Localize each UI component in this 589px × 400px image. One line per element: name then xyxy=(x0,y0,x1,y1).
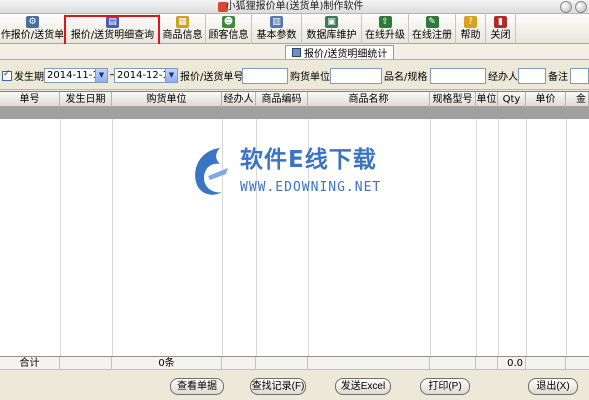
total-qty: 0.0 xyxy=(498,357,526,370)
date-to-picker[interactable]: 2014-12-18 ▼ xyxy=(114,68,178,83)
register-icon: ✎ xyxy=(425,16,439,28)
toolbar-product-button[interactable]: ▦ 商品信息 xyxy=(160,14,206,44)
view-document-button[interactable]: 查看单据 xyxy=(170,378,224,395)
window-title: 小狐狸报价单(送货单)制作软件 xyxy=(225,1,364,12)
window-controls xyxy=(560,1,587,13)
customer-icon: ☻ xyxy=(222,16,235,28)
watermark-en-text: WWW.EDOWNING.NET xyxy=(240,180,382,195)
toolbar-close-button[interactable]: ▮ 关闭 xyxy=(486,14,516,44)
toolbar-label: 商品信息 xyxy=(162,30,203,41)
totals-row: 合计 0条 0.0 xyxy=(0,356,589,370)
product-icon: ▦ xyxy=(176,16,189,28)
main-toolbar: ⚙ 作报价/送货单 ▤ 报价/送货明细查询 ▦ 商品信息 ☻ 顾客信息 ▥ 基本… xyxy=(0,14,589,44)
find-record-button[interactable]: 查找记录(F) xyxy=(250,378,306,395)
order-no-label: 报价/送货单号 xyxy=(180,72,244,83)
total-cell xyxy=(222,357,256,370)
product-input[interactable] xyxy=(430,68,486,84)
database-icon: ▣ xyxy=(325,16,338,28)
column-header-qty[interactable]: Qty xyxy=(498,92,526,107)
column-divider xyxy=(60,119,61,357)
toolbar-database-button[interactable]: ▣ 数据库维护 xyxy=(302,14,362,44)
toolbar-label: 基本参数 xyxy=(256,30,297,41)
print-button[interactable]: 打印(P) xyxy=(420,378,470,395)
total-label: 合计 xyxy=(0,357,60,370)
date-from-picker[interactable]: 2014-11-18 ▼ xyxy=(44,68,108,83)
column-header-date[interactable]: 发生日期 xyxy=(60,92,112,107)
buyer-input[interactable] xyxy=(330,68,382,84)
checkbox-icon[interactable] xyxy=(2,69,12,81)
bottom-button-bar: 查看单据 查找记录(F) 发送Excel 打印(P) 退出(X) xyxy=(0,370,589,400)
document-icon xyxy=(292,48,301,57)
total-cell xyxy=(256,357,308,370)
print-order-icon: ⚙ xyxy=(26,16,39,28)
toolbar-help-button[interactable]: ? 帮助 xyxy=(456,14,486,44)
detail-grid[interactable]: 单号 发生日期 购货单位 经办人 商品编码 商品名称 规格型号 单位 Qty 单… xyxy=(0,91,589,357)
chevron-down-icon[interactable]: ▼ xyxy=(95,69,107,82)
toolbar-register-button[interactable]: ✎ 在线注册 xyxy=(409,14,456,44)
column-header-order-no[interactable]: 单号 xyxy=(0,92,60,107)
total-cell xyxy=(430,357,476,370)
column-header-amount[interactable]: 金 xyxy=(566,92,589,107)
settings-icon: ▥ xyxy=(270,16,283,28)
column-header-handler[interactable]: 经办人 xyxy=(222,92,256,107)
query-icon: ▤ xyxy=(106,16,119,28)
toolbar-settings-button[interactable]: ▥ 基本参数 xyxy=(252,14,302,44)
handler-input[interactable] xyxy=(518,68,546,84)
tab-detail-statistics[interactable]: 报价/送货明细统计 xyxy=(285,45,395,60)
order-no-input[interactable] xyxy=(242,68,288,84)
tab-label: 报价/送货明细统计 xyxy=(304,49,388,60)
total-cell xyxy=(476,357,498,370)
toolbar-label: 在线升级 xyxy=(365,30,405,41)
column-divider xyxy=(498,119,499,357)
maximize-button[interactable] xyxy=(575,1,587,13)
column-header-product-code[interactable]: 商品编码 xyxy=(256,92,308,107)
toolbar-make-order-button[interactable]: ⚙ 作报价/送货单 xyxy=(0,14,66,44)
toolbar-label: 关闭 xyxy=(490,30,511,41)
close-icon: ▮ xyxy=(494,16,507,28)
column-header-buyer[interactable]: 购货单位 xyxy=(112,92,222,107)
buyer-label: 购货单位 xyxy=(290,72,330,83)
column-header-spec[interactable]: 规格型号 xyxy=(430,92,476,107)
column-divider xyxy=(566,119,567,357)
grid-header: 单号 发生日期 购货单位 经办人 商品编码 商品名称 规格型号 单位 Qty 单… xyxy=(0,92,589,107)
column-header-product-name[interactable]: 商品名称 xyxy=(308,92,430,107)
column-header-price[interactable]: 单价 xyxy=(526,92,566,107)
note-input[interactable] xyxy=(570,68,589,84)
toolbar-label: 数据库维护 xyxy=(306,30,357,41)
tab-bar: 报价/送货明细统计 xyxy=(0,44,589,60)
selected-row[interactable] xyxy=(0,107,589,119)
total-cell xyxy=(308,357,430,370)
toolbar-query-button[interactable]: ▤ 报价/送货明细查询 xyxy=(66,14,160,44)
help-icon: ? xyxy=(464,16,477,28)
note-label: 备注 xyxy=(548,72,568,83)
toolbar-label: 顾客信息 xyxy=(208,30,249,41)
send-excel-button[interactable]: 发送Excel xyxy=(335,378,391,395)
total-count: 0条 xyxy=(112,357,222,370)
watermark-cn-text: 软件E线下载 xyxy=(240,147,377,173)
edowning-logo-icon xyxy=(195,148,228,195)
column-header-unit[interactable]: 单位 xyxy=(476,92,498,107)
title-bar: 小狐狸报价单(送货单)制作软件 xyxy=(0,0,589,14)
toolbar-label: 帮助 xyxy=(460,30,481,41)
total-cell xyxy=(60,357,112,370)
minimize-button[interactable] xyxy=(560,1,572,13)
toolbar-label: 报价/送货明细查询 xyxy=(70,30,155,41)
toolbar-customer-button[interactable]: ☻ 顾客信息 xyxy=(206,14,252,44)
product-label: 品名/规格 xyxy=(384,72,428,83)
exit-button[interactable]: 退出(X) xyxy=(528,378,578,395)
watermark: 软件E线下载 WWW.EDOWNING.NET xyxy=(190,142,400,204)
column-divider xyxy=(476,119,477,357)
upgrade-icon: ⇧ xyxy=(378,16,392,28)
handler-label: 经办人 xyxy=(488,72,518,83)
column-divider xyxy=(112,119,113,357)
filter-bar: 发生期间 2014-11-18 ▼ ~ 2014-12-18 ▼ 报价/送货单号… xyxy=(0,60,589,90)
total-cell xyxy=(526,357,566,370)
toolbar-label: 在线注册 xyxy=(412,30,452,41)
column-divider xyxy=(430,119,431,357)
chevron-down-icon[interactable]: ▼ xyxy=(165,69,177,82)
column-divider xyxy=(526,119,527,357)
toolbar-label: 作报价/送货单 xyxy=(0,30,65,41)
toolbar-upgrade-button[interactable]: ⇧ 在线升级 xyxy=(362,14,409,44)
